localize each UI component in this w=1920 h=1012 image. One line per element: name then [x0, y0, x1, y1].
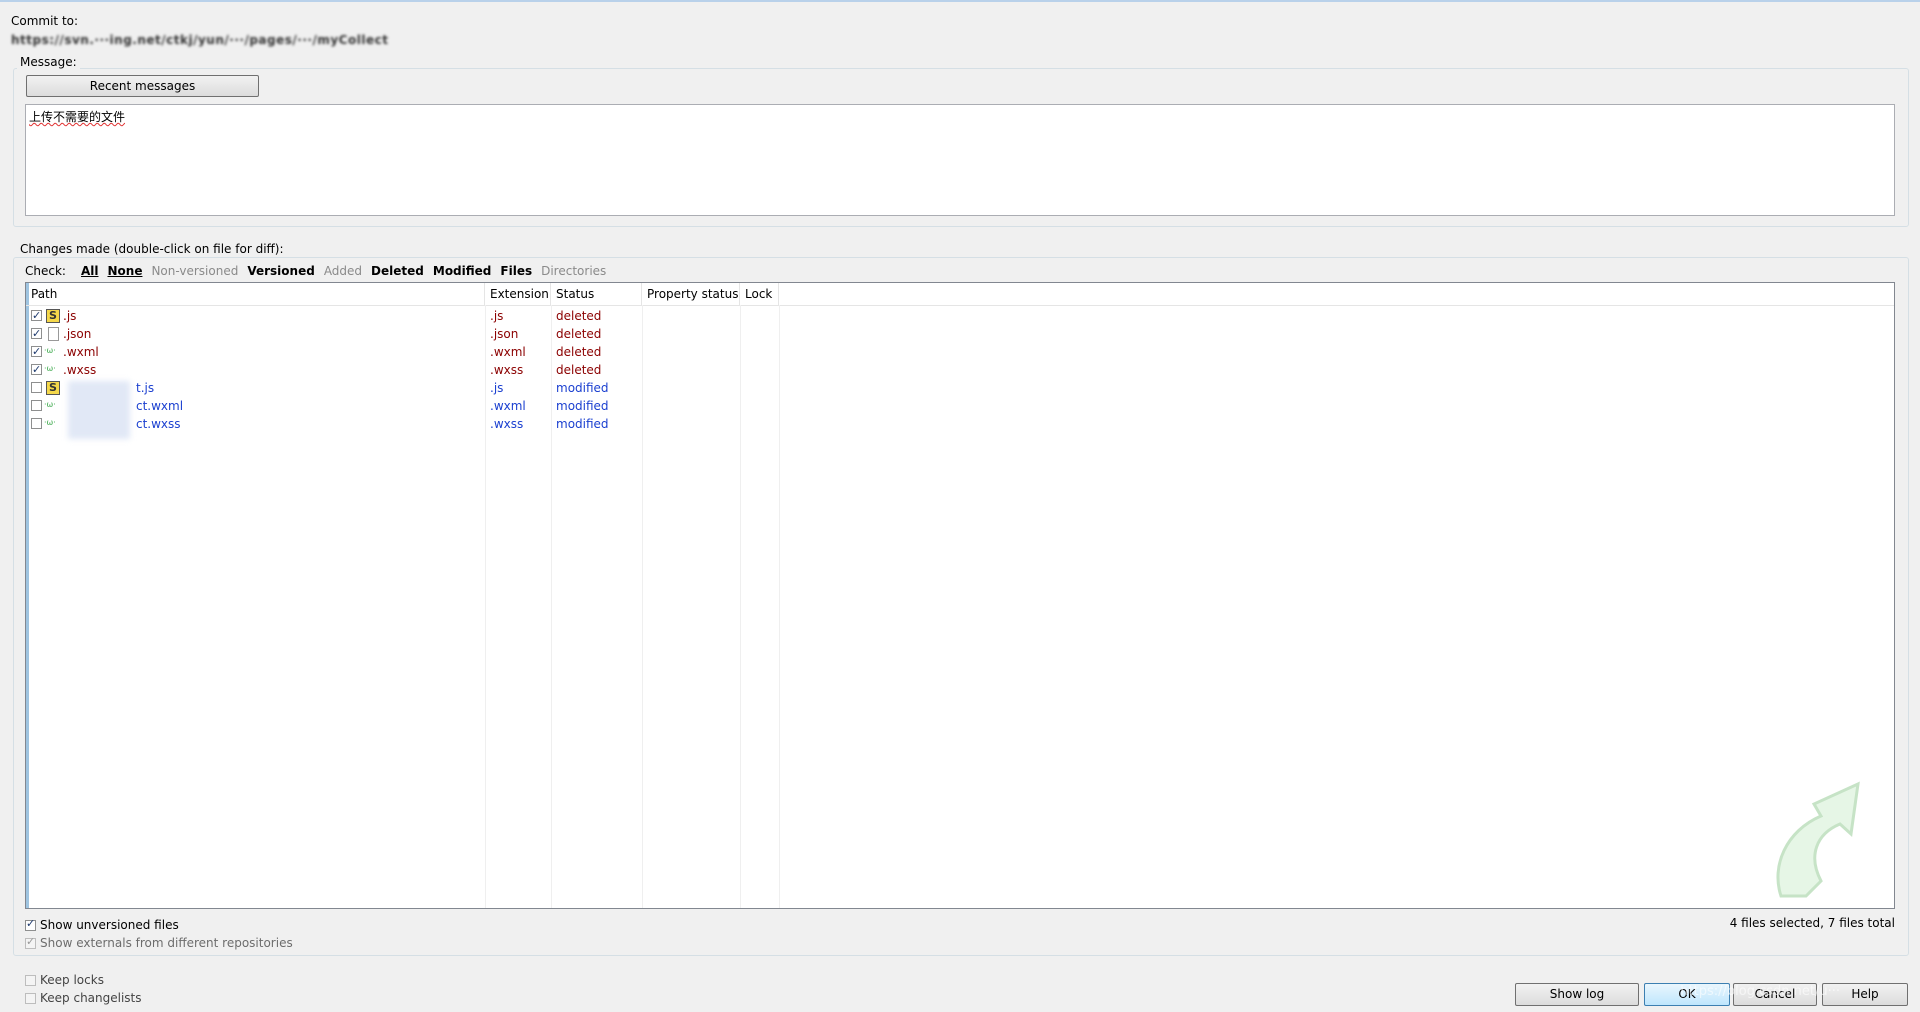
row-extension: .js [490, 309, 504, 323]
selection-summary: 4 files selected, 7 files total [1729, 916, 1895, 930]
watermark: https://blog.csdn.net/u··· [1680, 984, 1840, 999]
row-checkbox[interactable] [31, 400, 42, 411]
row-status: modified [556, 417, 609, 431]
document-icon [48, 327, 59, 341]
table-row[interactable]: ct.wxml .wxml modified [26, 396, 1894, 415]
row-status: deleted [556, 345, 602, 359]
commit-to-label: Commit to: [11, 14, 79, 28]
redacted-area [68, 381, 130, 439]
filter-modified[interactable]: Modified [433, 264, 492, 278]
row-status: deleted [556, 363, 602, 377]
commit-message-text: 上传不需要的文件 [29, 110, 126, 124]
table-row[interactable]: .wxss .wxss deleted [26, 360, 1894, 379]
keep-locks-checkbox[interactable] [25, 974, 36, 986]
table-row[interactable]: ct.wxss .wxss modified [26, 414, 1894, 433]
check-label: Check: [25, 264, 66, 278]
row-checkbox[interactable] [31, 418, 42, 429]
column-extension[interactable]: Extension [485, 283, 551, 305]
filter-versioned[interactable]: Versioned [247, 264, 314, 278]
filter-non-versioned: Non-versioned [151, 264, 239, 278]
js-file-icon [46, 307, 60, 325]
show-unversioned-option[interactable]: Show unversioned files [25, 917, 179, 932]
show-externals-option: Show externals from different repositori… [25, 935, 293, 950]
column-status[interactable]: Status [551, 283, 642, 305]
row-status: deleted [556, 327, 602, 341]
row-checkbox[interactable] [31, 307, 42, 325]
commit-url: https://svn.···ing.net/ctkj/yun/···/page… [11, 33, 389, 47]
wechat-file-icon [44, 396, 60, 414]
show-unversioned-checkbox[interactable] [25, 917, 36, 931]
row-status: modified [556, 399, 609, 413]
table-row[interactable]: t.js .js modified [26, 379, 1894, 397]
wechat-file-icon [44, 414, 60, 432]
show-unversioned-label: Show unversioned files [40, 918, 179, 932]
keep-locks-option[interactable]: Keep locks [25, 973, 104, 987]
list-header: Path Extension Status Property status Lo… [26, 283, 1894, 306]
table-row[interactable]: .js .js deleted [26, 307, 1894, 325]
filter-added: Added [323, 264, 363, 278]
row-checkbox[interactable] [31, 343, 42, 361]
arrow-decoration-icon [1776, 781, 1860, 898]
row-checkbox[interactable] [31, 361, 42, 379]
keep-changelists-option[interactable]: Keep changelists [25, 991, 142, 1005]
row-checkbox[interactable] [31, 325, 42, 343]
row-path: .wxss [63, 363, 97, 377]
show-externals-label: Show externals from different repositori… [40, 936, 293, 950]
row-extension: .wxml [490, 345, 526, 359]
row-status: modified [556, 381, 609, 395]
show-log-button[interactable]: Show log [1515, 983, 1639, 1006]
row-extension: .js [490, 381, 504, 395]
row-checkbox[interactable] [31, 382, 42, 393]
table-row[interactable]: .wxml .wxml deleted [26, 342, 1894, 361]
row-path: ct.wxml [136, 399, 184, 413]
row-extension: .wxss [490, 363, 524, 377]
keep-changelists-label: Keep changelists [40, 991, 142, 1005]
commit-message-input[interactable]: 上传不需要的文件 [25, 104, 1895, 216]
row-path: .js [63, 309, 77, 323]
changes-group-label: Changes made (double-click on file for d… [17, 242, 287, 256]
table-row[interactable]: .json .json deleted [26, 325, 1894, 343]
keep-locks-label: Keep locks [40, 973, 104, 987]
check-filter-bar: Check: All None Non-versioned Versioned … [25, 264, 606, 278]
wechat-file-icon [44, 360, 60, 378]
filter-directories: Directories [541, 264, 607, 278]
row-path: .wxml [63, 345, 99, 359]
row-extension: .wxss [490, 417, 524, 431]
js-file-icon [46, 379, 60, 397]
row-extension: .wxml [490, 399, 526, 413]
column-path[interactable]: Path [26, 283, 485, 305]
filter-deleted[interactable]: Deleted [371, 264, 424, 278]
message-group-label: Message: [17, 55, 80, 69]
row-path: t.js [136, 381, 155, 395]
column-property-status[interactable]: Property status [642, 283, 740, 305]
column-lock[interactable]: Lock [740, 283, 779, 305]
filter-files[interactable]: Files [500, 264, 532, 278]
keep-changelists-checkbox[interactable] [25, 992, 36, 1004]
row-path: ct.wxss [136, 417, 181, 431]
row-path: .json [63, 327, 92, 341]
window-top-border [0, 0, 1920, 2]
show-externals-checkbox [25, 935, 36, 949]
row-extension: .json [490, 327, 519, 341]
filter-all[interactable]: All [81, 264, 99, 278]
recent-messages-button[interactable]: Recent messages [26, 75, 259, 97]
changes-file-list[interactable]: Path Extension Status Property status Lo… [25, 282, 1895, 909]
wechat-file-icon [44, 342, 60, 360]
filter-none[interactable]: None [107, 264, 142, 278]
row-status: deleted [556, 309, 602, 323]
